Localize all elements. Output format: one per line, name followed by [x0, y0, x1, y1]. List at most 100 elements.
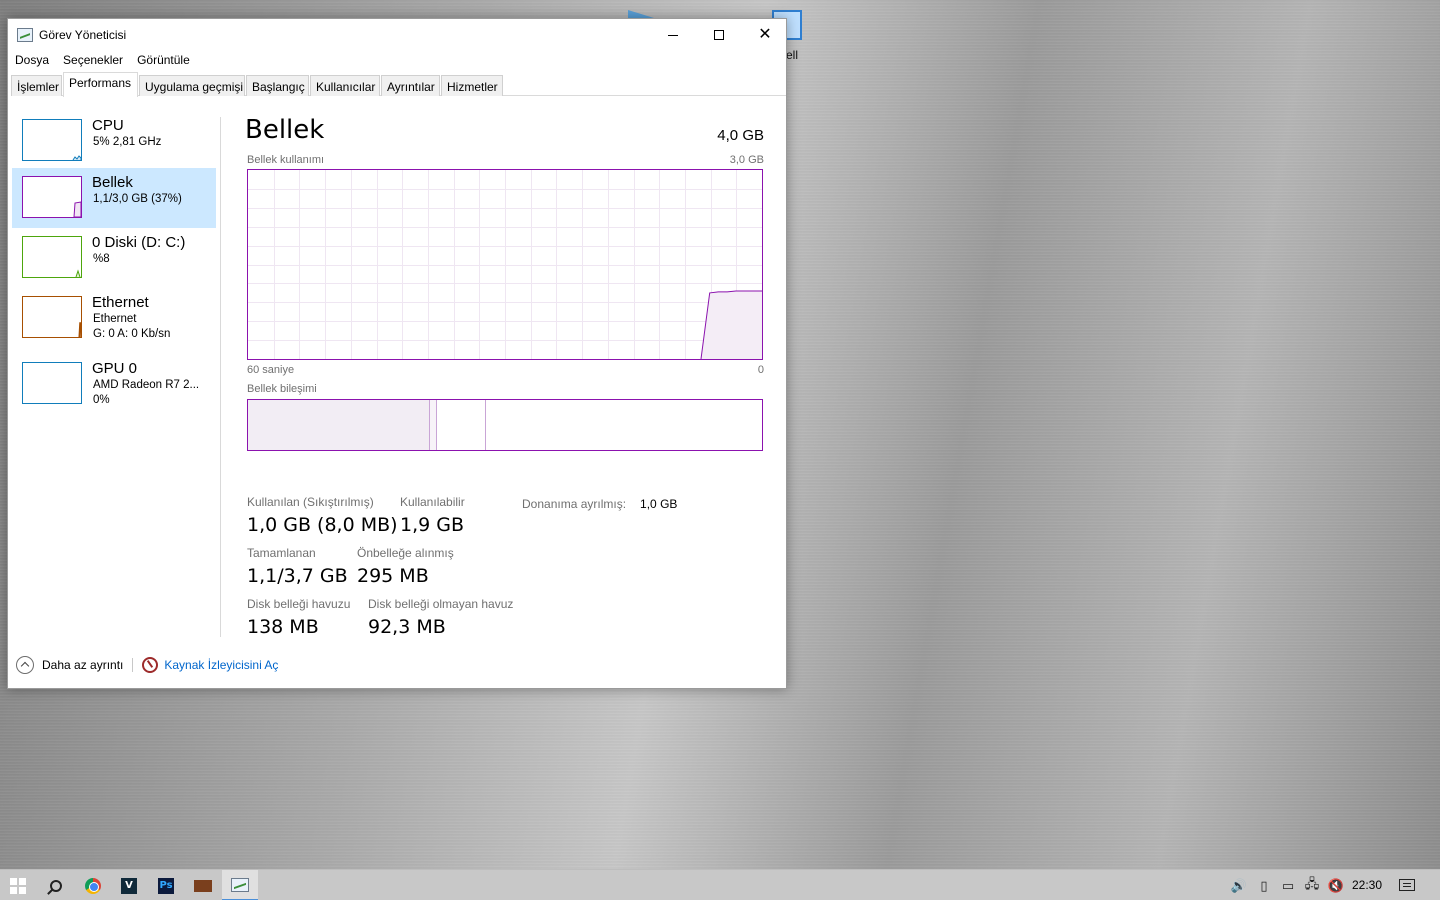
- chrome-icon: [85, 877, 101, 894]
- close-button[interactable]: ✕: [742, 19, 788, 51]
- resource-detail-2: G: 0 A: 0 Kb/sn: [93, 328, 171, 340]
- minimize-icon: [668, 34, 678, 36]
- stat-cached: Önbelleğe alınmış 295 MB: [357, 546, 454, 587]
- open-resource-monitor-link[interactable]: Kaynak İzleyicisini Aç: [164, 658, 278, 672]
- resource-item-disk[interactable]: 0 Diski (D: C:) %8: [12, 228, 216, 288]
- menu-bar: Dosya Seçenekler Görüntüle: [8, 51, 197, 71]
- composition-standby: [437, 400, 486, 450]
- resource-detail: Ethernet: [93, 313, 137, 325]
- resource-name: 0 Diski (D: C:): [92, 234, 186, 251]
- search-button[interactable]: [38, 870, 74, 900]
- resource-monitor-icon[interactable]: [142, 657, 159, 673]
- taskbar-app-task-manager[interactable]: [222, 870, 258, 900]
- time-axis-left: 60 saniye: [247, 364, 295, 376]
- menu-file[interactable]: Dosya: [8, 51, 56, 71]
- stat-value: 1,0 GB: [640, 497, 678, 511]
- window-title: Görev Yöneticisi: [39, 28, 127, 42]
- composition-in-use: [248, 400, 430, 450]
- ethernet-graph-icon: [22, 296, 82, 338]
- taskbar-app-photoshop[interactable]: Ps: [148, 870, 184, 900]
- tab-processes[interactable]: İşlemler: [11, 75, 62, 96]
- memory-composition-bar: [247, 399, 763, 451]
- resource-item-memory[interactable]: Bellek 1,1/3,0 GB (37%): [12, 168, 216, 228]
- volume-tray-icon[interactable]: 🔊: [1229, 870, 1249, 900]
- tab-details[interactable]: Ayrıntılar: [381, 75, 440, 96]
- resource-detail-2: 0%: [93, 394, 110, 406]
- search-icon: [50, 879, 62, 892]
- resource-item-ethernet[interactable]: Ethernet Ethernet G: 0 A: 0 Kb/sn: [12, 288, 216, 348]
- tab-users[interactable]: Kullanıcılar: [310, 75, 380, 96]
- stat-label: Disk belleği havuzu: [247, 597, 351, 611]
- stat-hardware-reserved: Donanıma ayrılmış: 1,0 GB: [522, 497, 677, 511]
- disk-graph-icon: [22, 236, 82, 278]
- stat-value: 1,9 GB: [400, 514, 465, 536]
- maximize-button[interactable]: [696, 19, 742, 51]
- usage-graph-max: 3,0 GB: [729, 154, 764, 166]
- stat-value: 92,3 MB: [368, 616, 446, 638]
- menu-options[interactable]: Seçenekler: [56, 51, 130, 71]
- resource-name: GPU 0: [92, 360, 138, 377]
- taskbar: V Ps 🔊 ▯ ▭ 🖧 🔇 22:30: [0, 869, 1440, 900]
- winrar-icon: [194, 879, 212, 892]
- stat-label: Kullanılabilir: [400, 495, 465, 509]
- resource-item-gpu[interactable]: GPU 0 AMD Radeon R7 2... 0%: [12, 354, 216, 414]
- speaker-muted-tray-icon[interactable]: 🔇: [1326, 870, 1346, 900]
- pane-divider[interactable]: [220, 117, 221, 637]
- stat-value: 1,0 GB (8,0 MB): [247, 514, 398, 536]
- minimize-button[interactable]: [650, 19, 696, 51]
- taskbar-clock[interactable]: 22:30: [1352, 878, 1382, 892]
- usb-tray-icon[interactable]: ▭: [1279, 870, 1297, 900]
- stat-label: Disk belleği olmayan havuz: [368, 597, 514, 611]
- tab-app-history[interactable]: Uygulama geçmişi: [139, 75, 245, 96]
- task-manager-window: Görev Yöneticisi ✕ Dosya Seçenekler Görü…: [7, 18, 787, 689]
- usage-area: [701, 291, 762, 359]
- menu-view[interactable]: Görüntüle: [130, 51, 197, 71]
- network-tray-icon[interactable]: 🖧: [1302, 870, 1322, 900]
- title-bar[interactable]: Görev Yöneticisi ✕: [8, 19, 786, 51]
- resource-detail: %8: [93, 253, 110, 265]
- task-manager-icon: [231, 877, 249, 892]
- resource-detail: 5% 2,81 GHz: [93, 136, 162, 148]
- start-button[interactable]: [0, 870, 36, 900]
- fewer-details-button[interactable]: Daha az ayrıntı: [42, 658, 123, 672]
- usage-graph-label: Bellek kullanımı: [247, 154, 325, 166]
- taskbar-app-vim[interactable]: V: [111, 870, 147, 900]
- stat-label: Tamamlanan: [247, 546, 316, 560]
- stat-label: Kullanılan (Sıkıştırılmış): [247, 495, 374, 509]
- resource-item-cpu[interactable]: CPU 5% 2,81 GHz: [12, 111, 216, 171]
- gpu-graph-icon: [22, 362, 82, 404]
- memory-graph-icon: [22, 176, 82, 218]
- memory-capacity: 4,0 GB: [717, 127, 764, 144]
- photoshop-icon: Ps: [158, 877, 174, 894]
- windows-logo-icon: [10, 877, 26, 894]
- stat-committed: Tamamlanan 1,1/3,7 GB: [247, 546, 348, 587]
- stat-value: 1,1/3,7 GB: [247, 565, 348, 587]
- stat-value: 138 MB: [247, 616, 319, 638]
- stat-value: 295 MB: [357, 565, 429, 587]
- chevron-up-icon[interactable]: [16, 656, 34, 674]
- stat-nonpaged-pool: Disk belleği olmayan havuz 92,3 MB: [368, 597, 513, 638]
- tab-performance[interactable]: Performans: [63, 72, 138, 97]
- vim-icon: V: [121, 877, 137, 894]
- taskbar-app-chrome[interactable]: [75, 870, 111, 900]
- usage-graph-svg: [248, 170, 762, 359]
- resource-name: Bellek: [92, 174, 133, 191]
- time-axis-right: 0: [757, 364, 764, 376]
- footer-divider: [132, 658, 134, 672]
- tab-services[interactable]: Hizmetler: [441, 75, 503, 96]
- tab-startup[interactable]: Başlangıç: [246, 75, 309, 96]
- notification-icon[interactable]: [1399, 879, 1415, 891]
- stat-label: Donanıma ayrılmış:: [522, 497, 627, 511]
- stat-available: Kullanılabilir 1,9 GB: [400, 495, 465, 536]
- memory-usage-graph: [247, 169, 763, 360]
- stat-label: Önbelleğe alınmış: [357, 546, 454, 560]
- close-icon: ✕: [758, 26, 772, 43]
- tablet-tray-icon[interactable]: ▯: [1255, 870, 1273, 900]
- composition-label: Bellek bileşimi: [247, 383, 317, 395]
- stat-in-use: Kullanılan (Sıkıştırılmış) 1,0 GB (8,0 M…: [247, 495, 398, 536]
- footer-bar: Daha az ayrıntı Kaynak İzleyicisini Aç: [16, 655, 278, 675]
- resource-name: Ethernet: [92, 294, 149, 311]
- composition-modified: [430, 400, 437, 450]
- taskbar-app-winrar[interactable]: [185, 870, 221, 900]
- stat-paged-pool: Disk belleği havuzu 138 MB: [247, 597, 350, 638]
